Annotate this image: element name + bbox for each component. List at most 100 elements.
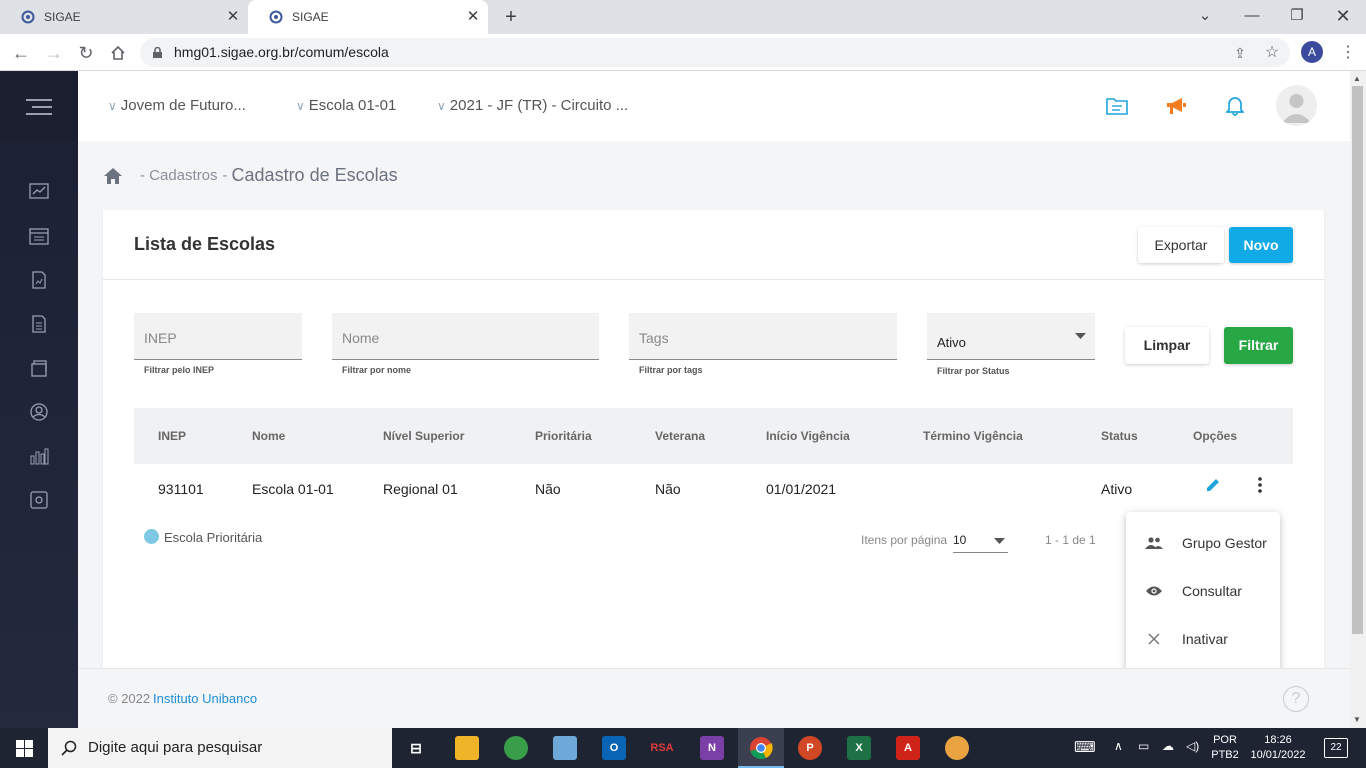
folder-document-icon[interactable] [1106, 97, 1128, 115]
home-icon[interactable] [103, 167, 123, 185]
close-tab-icon[interactable]: ✕ [464, 8, 482, 26]
cycle-selector[interactable]: ∨ 2021 - JF (TR) - Circuito ... [437, 97, 628, 114]
tab-search-icon[interactable]: ⌄ [1193, 5, 1217, 27]
browser-tab[interactable]: SIGAE ✕ [0, 0, 248, 34]
more-options-icon[interactable] [1255, 476, 1265, 494]
help-icon[interactable]: ? [1283, 686, 1309, 712]
browser-tab-active[interactable]: SIGAE ✕ [248, 0, 488, 34]
tags-field[interactable]: Tags [629, 313, 897, 360]
menu-item-label: Grupo Gestor [1182, 535, 1267, 551]
calendar-icon[interactable] [29, 227, 49, 245]
bookmark-star-icon[interactable]: ☆ [1260, 41, 1284, 65]
tab-title: SIGAE [292, 10, 329, 24]
home-icon[interactable] [106, 41, 130, 65]
inep-field[interactable]: INEP [134, 313, 302, 360]
onenote-icon[interactable]: N [700, 736, 724, 760]
share-icon[interactable]: ⇪ [1228, 41, 1252, 65]
inep-hint: Filtrar pelo INEP [144, 365, 215, 375]
notes-app-icon[interactable] [553, 736, 577, 760]
edit-pencil-icon[interactable] [1205, 477, 1221, 493]
url-input[interactable]: hmg01.sigae.org.br/comum/escola [140, 38, 1290, 67]
column-header-nivel[interactable]: Nível Superior [383, 429, 464, 443]
breadcrumb: - Cadastros - Cadastro de Escolas [103, 165, 398, 186]
task-view-icon[interactable]: ⊟ [404, 736, 428, 760]
cell-nome: Escola 01-01 [252, 481, 334, 497]
reload-icon[interactable]: ↻ [74, 41, 98, 65]
footer-link[interactable]: Instituto Unibanco [153, 691, 257, 706]
scrollbar-thumb[interactable] [1352, 86, 1363, 634]
windows-start-icon[interactable] [16, 740, 33, 757]
breadcrumb-section[interactable]: - Cadastros [140, 167, 218, 184]
profile-avatar[interactable]: A [1301, 41, 1323, 63]
excel-icon[interactable]: X [847, 736, 871, 760]
keyboard-tray-icon[interactable]: ⌨ [1074, 738, 1096, 756]
close-window-button[interactable]: ✕ [1331, 5, 1355, 27]
sigae-favicon-icon [20, 9, 36, 25]
new-button[interactable]: Novo [1229, 227, 1293, 263]
files-icon[interactable] [29, 359, 49, 377]
filter-button[interactable]: Filtrar [1224, 327, 1293, 364]
priority-legend-dot [144, 529, 159, 544]
notifications-icon[interactable]: 22 [1324, 738, 1348, 758]
export-button[interactable]: Exportar [1138, 227, 1224, 263]
user-avatar[interactable] [1276, 85, 1317, 126]
school-selector[interactable]: ∨ Escola 01-01 [296, 97, 396, 114]
volume-icon[interactable]: ◁) [1186, 739, 1199, 753]
language-indicator[interactable]: POR PTB2 [1208, 733, 1242, 763]
rsa-icon[interactable]: RSA [646, 736, 678, 760]
column-header-termino[interactable]: Término Vigência [923, 429, 1023, 443]
network-icon[interactable]: ▭ [1138, 739, 1149, 753]
column-header-prioritaria[interactable]: Prioritária [535, 429, 592, 443]
chevron-down-icon: ∨ [296, 98, 305, 113]
items-per-page-select[interactable]: 10 [953, 530, 1008, 553]
powerpoint-icon[interactable]: P [798, 736, 822, 760]
name-field[interactable]: Nome [332, 313, 599, 360]
outlook-icon[interactable]: O [602, 736, 626, 760]
column-header-status[interactable]: Status [1101, 429, 1138, 443]
user-circle-icon[interactable] [29, 403, 49, 421]
new-tab-button[interactable]: + [500, 6, 522, 28]
tags-hint: Filtrar por tags [639, 365, 703, 375]
document-chart-icon[interactable] [29, 271, 49, 289]
globe-app-icon[interactable] [504, 736, 528, 760]
taskbar-search-input[interactable]: Digite aqui para pesquisar [48, 728, 392, 768]
bell-icon[interactable] [1226, 96, 1244, 116]
keyboard-layout: PTB2 [1211, 749, 1239, 761]
menu-item-grupo-gestor[interactable]: Grupo Gestor [1126, 519, 1280, 567]
minimize-button[interactable]: — [1240, 5, 1264, 27]
file-explorer-icon[interactable] [455, 736, 479, 760]
scroll-down-arrow-icon[interactable]: ▼ [1353, 715, 1361, 724]
menu-item-inativar[interactable]: Inativar [1126, 615, 1280, 663]
acrobat-icon[interactable]: A [896, 736, 920, 760]
program-selector[interactable]: ∨ Jovem de Futuro... [108, 97, 246, 114]
restore-button[interactable]: ❐ [1285, 5, 1309, 27]
settings-panel-icon[interactable] [29, 491, 49, 509]
clock-time: 18:26 [1264, 734, 1292, 746]
clock[interactable]: 18:26 10/01/2022 [1246, 733, 1310, 763]
more-menu-icon[interactable]: ⋮ [1336, 41, 1360, 65]
scroll-up-arrow-icon[interactable]: ▲ [1353, 74, 1361, 83]
cell-veterana: Não [655, 481, 681, 497]
menu-item-consultar[interactable]: Consultar [1126, 567, 1280, 615]
forward-arrow-icon[interactable]: → [42, 41, 66, 65]
show-hidden-icons-icon[interactable]: ∧ [1114, 739, 1123, 753]
column-header-veterana[interactable]: Veterana [655, 429, 705, 443]
column-header-inep[interactable]: INEP [158, 429, 186, 443]
paint-icon[interactable] [945, 736, 969, 760]
table-header: INEP Nome Nível Superior Prioritária Vet… [134, 408, 1293, 464]
close-tab-icon[interactable]: ✕ [224, 8, 242, 26]
address-bar-row: ← → ↻ hmg01.sigae.org.br/comum/escola ⇪ … [0, 34, 1366, 71]
back-arrow-icon[interactable]: ← [9, 41, 33, 65]
document-list-icon[interactable] [29, 315, 49, 333]
megaphone-icon[interactable] [1165, 96, 1187, 116]
bar-chart-icon[interactable] [29, 447, 49, 465]
clear-button[interactable]: Limpar [1125, 327, 1209, 364]
hamburger-menu-icon[interactable] [26, 98, 52, 116]
status-select-value: Ativo [937, 335, 966, 350]
onedrive-icon[interactable]: ☁ [1162, 739, 1174, 753]
column-header-nome[interactable]: Nome [252, 429, 285, 443]
column-header-inicio[interactable]: Início Vigência [766, 429, 850, 443]
status-select[interactable]: Ativo [927, 313, 1095, 360]
chrome-taskbar-button[interactable] [738, 728, 784, 768]
dashboard-chart-icon[interactable] [29, 183, 49, 201]
